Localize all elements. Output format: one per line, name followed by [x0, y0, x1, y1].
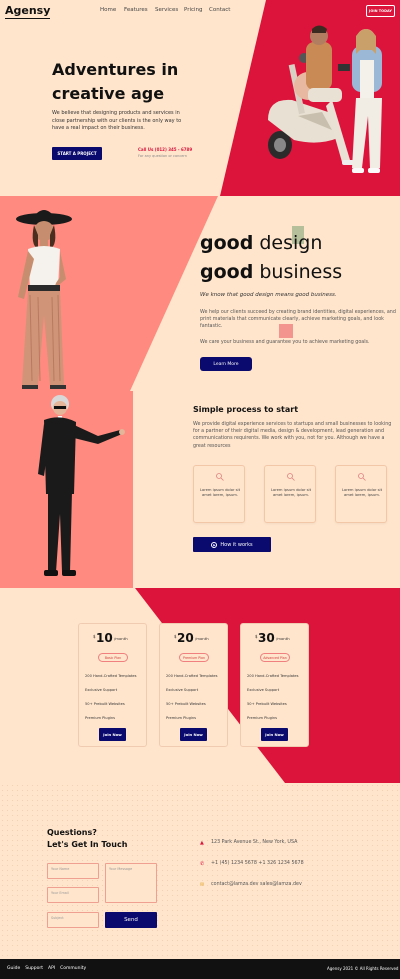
join-now-button[interactable]: Join Now	[180, 728, 207, 741]
pricing-card-advanced: $ 30 /month Advanced Plan 200 Hand-Craft…	[240, 623, 309, 747]
woman-hat-image	[16, 210, 72, 389]
play-icon: ▶	[211, 541, 218, 548]
design-word: design	[259, 232, 323, 254]
process-card-3: Lorem ipsum dolor sit amet lorem, ipsum.	[335, 465, 387, 523]
mail-icon: ✉	[200, 882, 205, 888]
footer-link-support[interactable]: Support	[25, 966, 43, 971]
feature-item: 200 Hand-Crafted Templates	[85, 674, 137, 678]
subject-field[interactable]: Subject	[47, 912, 99, 928]
send-button[interactable]: Send	[105, 912, 157, 928]
process-text: We provide digital experience services t…	[193, 422, 392, 449]
name-field[interactable]: Your Name	[47, 863, 99, 879]
how-it-works-button[interactable]: ▶ How it works	[193, 537, 271, 552]
learn-more-button[interactable]: Learn More	[200, 357, 252, 371]
search-icon	[287, 473, 295, 481]
contact-email: contact@lamza.dev sales@lamza.dev	[211, 882, 302, 887]
hero-text: We believe that designing products and s…	[52, 110, 182, 131]
process-card-2: Lorem ipsum dolor sit amet lorem, ipsum.	[264, 465, 316, 523]
nav-services[interactable]: Services	[155, 7, 178, 13]
contact-phone: +1 (45) 1234 5678 +1 326 1234 5678	[211, 861, 304, 866]
hero-title-line2: creative age	[52, 84, 165, 103]
footer-link-community[interactable]: Community	[60, 966, 86, 971]
card-text: Lorem ipsum dolor sit amet lorem, ipsum.	[270, 488, 312, 498]
nav-features[interactable]: Features	[124, 7, 148, 13]
price-amount: 20	[177, 631, 194, 645]
plan-tag: Premium Plan	[179, 653, 209, 662]
call-us: Call Us (012) 345 - 6789	[138, 147, 193, 152]
plan-tag: Basic Plan	[98, 653, 128, 662]
email-field[interactable]: Your Email	[47, 887, 99, 903]
woman-suit-image	[38, 395, 125, 576]
footer-link-api[interactable]: API	[48, 966, 55, 971]
feature-item: Premium Plugins	[85, 716, 116, 720]
feature-item: Premium Plugins	[166, 716, 197, 720]
heading-good-business: good business	[200, 261, 342, 283]
hero-title: Adventures in creative age	[52, 58, 192, 106]
process-title: Simple process to start	[193, 405, 299, 414]
location-icon: ▲	[200, 840, 204, 846]
footer-links: Guide Support API Community	[7, 966, 86, 971]
contact-address: 123 Park Avenue St., New York, USA	[211, 840, 298, 845]
feature-item: Exclusive Support	[85, 688, 118, 692]
how-it-works-label: How it works	[220, 541, 253, 548]
footer-link-guide[interactable]: Guide	[7, 966, 20, 971]
search-icon	[358, 473, 366, 481]
feature-item: Premium Plugins	[247, 716, 278, 720]
join-today-button[interactable]: JOIN TODAY	[366, 5, 395, 17]
price-amount: 30	[258, 631, 275, 645]
nav-home[interactable]: Home	[100, 7, 116, 13]
hero-couple-image	[268, 25, 382, 173]
card-text: Lorem ipsum dolor sit amet lorem, ipsum.	[199, 488, 241, 498]
feature-item: 200 Hand-Crafted Templates	[166, 674, 218, 678]
logo[interactable]: Agensy	[5, 4, 51, 19]
call-sub: For any question or concern	[138, 154, 188, 158]
hero-title-line1: Adventures in	[52, 60, 179, 79]
about-text-2: We care your business and guarantee you …	[200, 340, 370, 345]
copyright: Agensy 2021 © All Rights Reserved	[327, 966, 399, 971]
price-period: /month	[195, 636, 209, 641]
decor-square-pink	[279, 324, 293, 338]
about-text: We help our clients succeed by creating …	[200, 310, 396, 330]
price-period: /month	[276, 636, 290, 641]
phone-icon: ✆	[200, 861, 205, 867]
feature-item: Exclusive Support	[247, 688, 280, 692]
feature-item: Exclusive Support	[166, 688, 199, 692]
heading-good-design: good design	[200, 232, 322, 254]
plan-tag: Advanced Plan	[260, 653, 290, 662]
contact-title-1: Questions?	[47, 828, 97, 837]
feature-item: 50+ Prebuilt Websites	[247, 702, 287, 706]
message-field[interactable]: Your Message	[105, 863, 157, 903]
good-word-2: good	[200, 261, 254, 283]
card-text: Lorem ipsum dolor sit amet lorem, ipsum.	[341, 488, 383, 498]
business-word: business	[259, 261, 343, 283]
start-project-button[interactable]: START A PROJECT	[52, 147, 102, 160]
nav-contact[interactable]: Contact	[209, 7, 230, 13]
price-amount: 10	[96, 631, 113, 645]
pricing-card-premium: $ 20 /month Premium Plan 200 Hand-Crafte…	[159, 623, 228, 747]
feature-item: 200 Hand-Crafted Templates	[247, 674, 299, 678]
process-card-1: Lorem ipsum dolor sit amet lorem, ipsum.	[193, 465, 245, 523]
feature-item: 50+ Prebuilt Websites	[85, 702, 125, 706]
join-now-button[interactable]: Join Now	[99, 728, 126, 741]
search-icon	[216, 473, 224, 481]
about-tagline: We know that good design means good busi…	[200, 292, 337, 298]
good-word-1: good	[200, 232, 254, 254]
nav-pricing[interactable]: Pricing	[184, 7, 203, 13]
feature-item: 50+ Prebuilt Websites	[166, 702, 206, 706]
contact-title-2: Let's Get In Touch	[47, 840, 128, 849]
join-now-button[interactable]: Join Now	[261, 728, 288, 741]
price-period: /month	[114, 636, 128, 641]
pricing-card-basic: $ 10 /month Basic Plan 200 Hand-Crafted …	[78, 623, 147, 747]
